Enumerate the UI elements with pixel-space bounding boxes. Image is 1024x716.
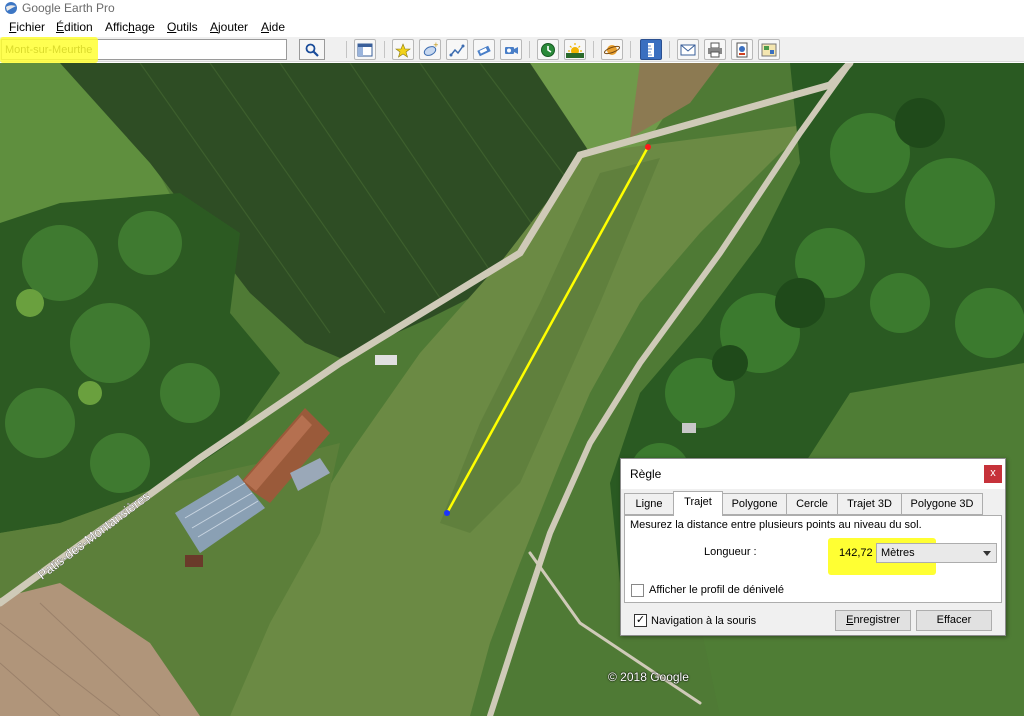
view-in-maps-button[interactable] <box>758 39 780 60</box>
menu-outils[interactable]: Outils <box>167 20 198 34</box>
toolbar: + <box>0 37 1024 62</box>
historical-imagery-icon <box>541 42 555 57</box>
ruler-icon <box>648 42 654 57</box>
unit-select[interactable]: Mètres <box>876 543 997 563</box>
search-button[interactable] <box>299 39 325 60</box>
clear-button[interactable]: Effacer <box>916 610 992 631</box>
email-icon <box>680 44 696 55</box>
tab-cercle[interactable]: Cercle <box>786 493 838 515</box>
add-image-overlay-button[interactable] <box>473 39 495 60</box>
planets-button[interactable] <box>601 39 623 60</box>
unit-select-value: Mètres <box>881 547 915 559</box>
menu-bar: Fichier Édition Affichage Outils Ajouter… <box>0 17 1024 37</box>
ruler-button[interactable] <box>640 39 662 60</box>
toolbar-separator <box>593 41 594 58</box>
window-title: Google Earth Pro <box>22 1 115 15</box>
mouse-navigation-label: Navigation à la souris <box>651 615 757 627</box>
tab-polygone[interactable]: Polygone <box>722 493 787 515</box>
add-polygon-button[interactable]: + <box>419 39 441 60</box>
save-button[interactable]: Enregistrer <box>835 610 911 631</box>
toolbar-separator <box>669 41 670 58</box>
add-image-overlay-icon <box>477 45 491 56</box>
tab-trajet[interactable]: Trajet <box>673 491 723 516</box>
print-icon <box>708 42 722 57</box>
toolbar-separator <box>346 41 347 58</box>
measurement-start-point[interactable] <box>645 144 651 150</box>
title-bar: Google Earth Pro <box>0 0 1024 16</box>
sunlight-button[interactable] <box>564 39 586 60</box>
menu-edition[interactable]: Édition <box>56 20 93 34</box>
ruler-description: Mesurez la distance entre plusieurs poin… <box>630 519 922 531</box>
length-label: Longueur : <box>704 546 757 558</box>
length-value: 142,72 <box>839 547 873 559</box>
menu-fichier[interactable]: Fichier <box>9 20 45 34</box>
ruler-dialog: Règle x Ligne Trajet Polygone Cercle Tra… <box>620 458 1006 636</box>
add-path-button[interactable] <box>446 39 468 60</box>
dialog-title: Règle <box>630 467 662 481</box>
close-button[interactable]: x <box>984 465 1002 483</box>
dialog-title-bar[interactable]: Règle x <box>621 459 1005 489</box>
menu-affichage[interactable]: Affichage <box>105 20 155 34</box>
sunlight-icon <box>566 42 584 58</box>
add-polygon-icon: + <box>423 42 438 56</box>
search-input[interactable] <box>1 39 287 60</box>
record-tour-icon <box>505 46 518 54</box>
toggle-sidebar-button[interactable] <box>354 39 376 60</box>
tab-panel: Mesurez la distance entre plusieurs poin… <box>624 515 1002 603</box>
add-placemark-icon <box>395 42 411 58</box>
menu-ajouter[interactable]: Ajouter <box>210 20 248 34</box>
elevation-profile-label: Afficher le profil de dénivelé <box>649 584 784 596</box>
menu-aide[interactable]: Aide <box>261 20 285 34</box>
sidebar-icon <box>357 43 373 56</box>
add-path-icon <box>449 44 465 56</box>
toolbar-separator <box>384 41 385 58</box>
copyright-text: © 2018 Google <box>608 670 689 684</box>
add-placemark-button[interactable] <box>392 39 414 60</box>
email-button[interactable] <box>677 39 699 60</box>
planets-icon <box>604 44 620 55</box>
svg-text:+: + <box>433 42 438 49</box>
tab-trajet-3d[interactable]: Trajet 3D <box>837 493 902 515</box>
view-in-maps-icon <box>761 43 777 56</box>
historical-imagery-button[interactable] <box>537 39 559 60</box>
print-button[interactable] <box>704 39 726 60</box>
toolbar-separator <box>630 41 631 58</box>
save-image-icon <box>736 42 748 57</box>
google-earth-icon <box>5 2 17 14</box>
mouse-navigation-checkbox[interactable]: ✓ <box>634 614 647 627</box>
elevation-profile-checkbox[interactable] <box>631 584 644 597</box>
measurement-end-point[interactable] <box>444 510 450 516</box>
save-image-button[interactable] <box>731 39 753 60</box>
chevron-down-icon <box>983 551 991 556</box>
tab-polygone-3d[interactable]: Polygone 3D <box>901 493 983 515</box>
tab-ligne[interactable]: Ligne <box>624 493 674 515</box>
search-icon <box>305 43 319 57</box>
record-tour-button[interactable] <box>500 39 522 60</box>
toolbar-separator <box>529 41 530 58</box>
